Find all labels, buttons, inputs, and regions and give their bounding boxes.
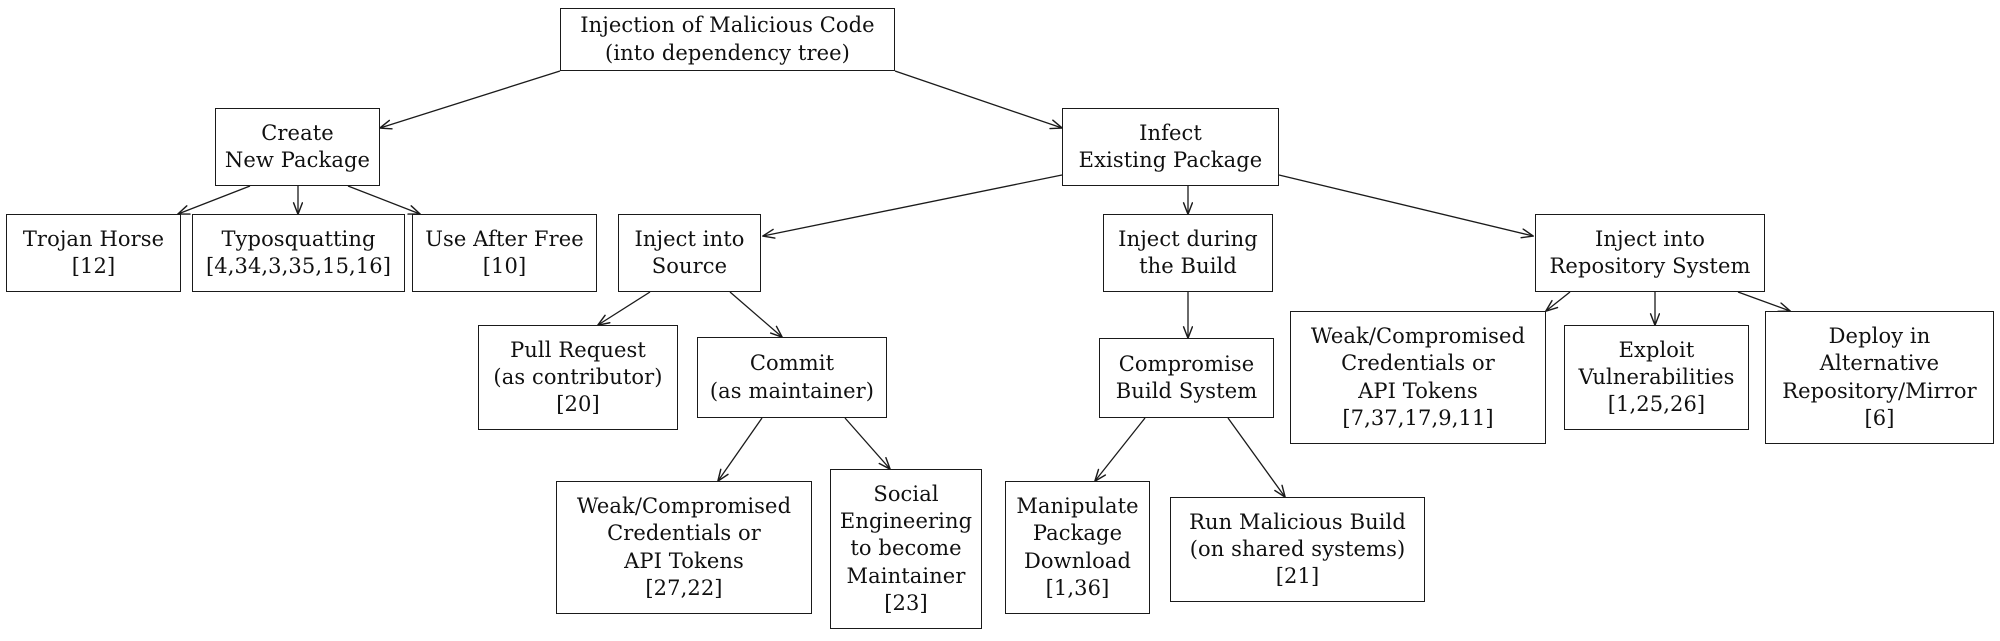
edge-inject-into-repository-system-to-deploy-in-alternative-repository: [1737, 291, 1791, 313]
node-text-line: [27,22]: [645, 575, 723, 600]
node-text-line: Build System: [1115, 379, 1258, 403]
node-text-line: Typosquatting: [221, 226, 376, 251]
node-text-line: Compromise: [1118, 351, 1255, 376]
edge-compromise-build-system-to-manipulate-package-download: [1094, 417, 1146, 482]
node-text-line: Manipulate: [1016, 493, 1139, 518]
node-social-engineering-to-become-maintainer[interactable]: Social Engineering to become Maintainer [23]: [830, 469, 982, 629]
node-weak-compromised-credentials-repository[interactable]: Weak/Compromised Credentials or API Tokens…: [1290, 311, 1546, 444]
node-typosquatting[interactable]: Typosquatting [4,34,3,35,15,16]: [192, 214, 405, 292]
node-text-line: [1,36]: [1045, 575, 1110, 600]
node-text-line: Credentials or: [607, 521, 761, 546]
node-text-line: Inject during: [1118, 226, 1258, 251]
node-pull-request[interactable]: Pull Request (as contributor) [20]: [478, 325, 678, 430]
node-text-line: Commit: [749, 351, 835, 376]
node-infect-existing-package[interactable]: Infect Existing Package: [1062, 108, 1279, 186]
node-text-line: Alternative: [1819, 351, 1940, 376]
node-text-line: Download: [1023, 548, 1132, 573]
edge-commit-to-weak-credentials: [717, 417, 763, 482]
node-text-line: Deploy in: [1828, 323, 1931, 348]
node-deploy-in-alternative-repository-mirror[interactable]: Deploy in Alternative Repository/Mirror [6]: [1765, 311, 1994, 444]
node-text-line: Inject into: [1594, 226, 1706, 251]
node-text-line: (into dependency tree): [605, 40, 850, 65]
node-text-line: (as maintainer): [709, 378, 875, 403]
node-text-line: to become: [850, 536, 962, 561]
edge-infect-existing-package-to-inject-into-source: [762, 174, 1063, 239]
node-text-line: Pull Request: [510, 337, 646, 362]
edge-root-to-infect-existing-package: [894, 70, 1063, 130]
node-text-line: Package: [1032, 521, 1123, 546]
node-text-line: Weak/Compromised: [1310, 323, 1526, 348]
node-text-line: Social: [873, 481, 939, 506]
edge-inject-into-source-to-commit: [729, 291, 783, 338]
node-text-line: Maintainer: [846, 563, 966, 588]
node-text-line: Credentials or: [1341, 351, 1495, 376]
node-text-line: Vulnerabilities: [1578, 364, 1735, 389]
node-text-line: Repository/Mirror: [1782, 378, 1977, 403]
node-text-line: Weak/Compromised: [576, 493, 792, 518]
edge-compromise-build-system-to-run-malicious-build: [1227, 417, 1286, 498]
edge-create-new-package-to-use-after-free: [347, 185, 421, 215]
edge-inject-into-source-to-pull-request: [597, 291, 651, 326]
node-trojan-horse[interactable]: Trojan Horse [12]: [6, 214, 181, 292]
node-text-line: New Package: [224, 148, 371, 172]
node-text-line: [21]: [1275, 564, 1320, 589]
node-use-after-free[interactable]: Use After Free [10]: [412, 214, 597, 292]
edge-commit-to-social-engineering: [844, 417, 891, 470]
node-text-line: [10]: [482, 254, 527, 278]
edge-infect-existing-package-to-inject-into-repository-system: [1278, 174, 1534, 239]
node-text-line: [1,25,26]: [1607, 392, 1706, 417]
node-inject-during-the-build[interactable]: Inject during the Build: [1103, 214, 1273, 292]
node-text-line: Source: [651, 254, 728, 278]
node-text-line: [12]: [71, 254, 116, 278]
node-root[interactable]: Injection of Malicious Code (into depende…: [560, 8, 895, 71]
node-text-line: [20]: [556, 392, 600, 417]
node-text-line: Inject into: [634, 226, 745, 251]
attack-tree-diagram: Injection of Malicious Code (into depende…: [0, 0, 2000, 641]
node-text-line: Infect: [1139, 120, 1202, 145]
node-text-line: Run Malicious Build: [1189, 509, 1406, 534]
node-text-line: the Build: [1139, 254, 1237, 278]
edge-root-to-create-new-package: [379, 70, 561, 130]
node-compromise-build-system[interactable]: Compromise Build System: [1099, 338, 1274, 418]
node-exploit-vulnerabilities[interactable]: Exploit Vulnerabilities [1,25,26]: [1564, 325, 1749, 430]
node-inject-into-repository-system[interactable]: Inject into Repository System: [1535, 214, 1765, 292]
node-text-line: (on shared systems): [1189, 536, 1406, 561]
edge-layer: [177, 70, 1791, 498]
node-text-line: [4,34,3,35,15,16]: [205, 254, 392, 278]
node-create-new-package[interactable]: Create New Package: [215, 108, 380, 186]
node-inject-into-source[interactable]: Inject into Source: [618, 214, 761, 292]
node-text-line: Create: [261, 120, 334, 145]
node-commit[interactable]: Commit (as maintainer): [697, 337, 887, 418]
node-manipulate-package-download[interactable]: Manipulate Package Download [1,36]: [1005, 481, 1150, 614]
node-text-line: Injection of Malicious Code: [580, 13, 875, 38]
node-text-line: [7,37,17,9,11]: [1342, 405, 1494, 430]
edge-create-new-package-to-trojan-horse: [177, 185, 251, 215]
node-text-line: Trojan Horse: [22, 226, 165, 251]
node-weak-compromised-credentials-commit[interactable]: Weak/Compromised Credentials or API Tokens…: [556, 481, 812, 614]
node-text-line: API Tokens: [1358, 378, 1478, 403]
node-text-line: Engineering: [839, 509, 973, 534]
node-text-line: [23]: [884, 590, 928, 615]
node-text-line: Exploit: [1618, 337, 1695, 362]
node-text-line: Use After Free: [425, 226, 584, 251]
node-text-line: (as contributor): [493, 364, 663, 389]
edge-inject-into-repository-system-to-weak-credentials: [1545, 291, 1571, 312]
node-text-line: Repository System: [1549, 254, 1751, 278]
node-text-line: Existing Package: [1078, 148, 1263, 172]
node-text-line: API Tokens: [624, 548, 744, 573]
node-text-line: [6]: [1864, 405, 1895, 430]
node-run-malicious-build[interactable]: Run Malicious Build (on shared systems) [2…: [1170, 497, 1425, 602]
